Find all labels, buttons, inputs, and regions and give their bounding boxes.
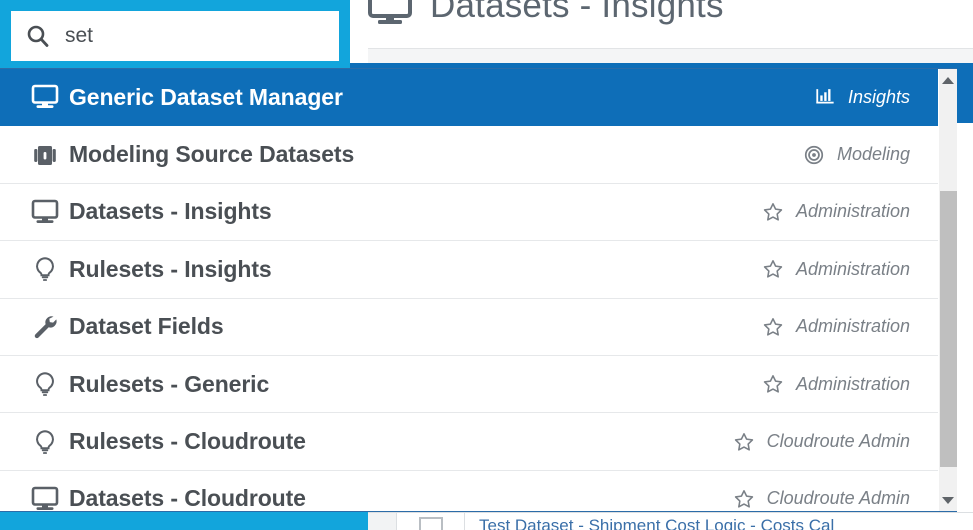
search-result-label: Datasets - Insights [69, 198, 272, 225]
page-title-row: Datasets - Insights [368, 0, 724, 26]
search-box[interactable] [11, 11, 339, 61]
lightbulb-icon [31, 370, 69, 398]
search-result-label: Rulesets - Insights [69, 255, 272, 282]
search-result-category-group: Administration [762, 258, 910, 280]
search-overlay [0, 0, 350, 68]
lightbulb-icon [36, 257, 54, 282]
monitor-icon [31, 83, 69, 111]
monitor-icon [31, 84, 59, 109]
star-icon [763, 317, 783, 336]
briefcase-icon [31, 141, 69, 169]
page-title: Datasets - Insights [430, 0, 724, 25]
search-result-category-group: Administration [762, 201, 910, 223]
star-icon [762, 316, 784, 338]
search-result-category-group: Insights [814, 86, 910, 108]
search-result-category-group: Administration [762, 373, 910, 395]
table-cell-handle [368, 513, 397, 530]
search-result-category: Insights [847, 86, 910, 107]
scroll-down-arrow-icon[interactable] [939, 491, 957, 509]
search-result-row[interactable]: Rulesets - Cloudroute Cloudroute Admin [0, 413, 938, 471]
app-root: Datasets - Insights Test Dataset - Shipm… [0, 0, 973, 530]
search-result-label: Datasets - Cloudroute [69, 485, 306, 511]
search-result-row[interactable]: Rulesets - Insights Administration [0, 241, 938, 299]
star-icon [734, 489, 753, 508]
search-result-label: Dataset Fields [69, 313, 224, 340]
monitor-icon [368, 0, 412, 26]
lightbulb-icon [36, 429, 54, 454]
search-result-category: Cloudroute Admin [766, 431, 910, 452]
lightbulb-icon [36, 372, 54, 397]
header-strip [368, 49, 973, 63]
star-icon [733, 431, 755, 453]
search-result-row[interactable]: Datasets - Insights Administration [0, 183, 938, 242]
search-result-row[interactable]: Modeling Source Datasets Modeling [0, 126, 938, 184]
monitor-icon [31, 199, 59, 223]
search-result-label: Modeling Source Datasets [69, 141, 355, 168]
search-result-row[interactable]: Dataset Fields Administration [0, 298, 938, 356]
table-row-link[interactable]: Test Dataset - Shipment Cost Logic - Cos… [465, 513, 834, 530]
scroll-up-glyph [942, 76, 954, 84]
search-result-category: Administration [795, 316, 910, 337]
scrollbar-thumb[interactable] [940, 191, 957, 467]
search-result-category-group: Modeling [803, 144, 910, 166]
briefcase-icon [34, 145, 56, 165]
lightbulb-icon [31, 255, 69, 283]
search-result-category: Administration [795, 258, 910, 279]
bar-chart-icon [816, 89, 834, 104]
bar-chart-icon [814, 86, 836, 108]
star-icon [763, 260, 783, 279]
search-results-list: Generic Dataset Manager Insights Modeling … [0, 69, 938, 511]
star-icon [762, 201, 784, 223]
row-checkbox[interactable] [418, 517, 443, 530]
search-result-category: Modeling [836, 144, 910, 165]
results-scrollbar[interactable] [938, 69, 957, 511]
search-result-label: Generic Dataset Manager [69, 83, 343, 110]
search-result-category-group: Cloudroute Admin [733, 488, 910, 510]
target-icon [803, 144, 825, 166]
lightbulb-icon [31, 428, 69, 456]
scroll-up-arrow-icon[interactable] [939, 71, 957, 89]
search-result-category-group: Cloudroute Admin [733, 431, 910, 453]
search-result-category: Cloudroute Admin [766, 488, 910, 509]
search-result-label: Rulesets - Cloudroute [69, 428, 306, 455]
search-result-category: Administration [795, 373, 910, 394]
star-icon [733, 488, 755, 510]
search-result-label: Rulesets - Generic [69, 370, 270, 397]
star-icon [763, 375, 783, 393]
target-icon [804, 145, 824, 164]
search-result-category: Administration [795, 201, 910, 222]
monitor-icon [31, 486, 59, 510]
search-input[interactable] [65, 22, 315, 50]
background-rail-bottom [0, 512, 368, 530]
monitor-icon [31, 198, 69, 226]
search-results-dropdown: Generic Dataset Manager Insights Modeling … [0, 68, 957, 512]
monitor-icon [31, 485, 69, 511]
star-icon [762, 373, 784, 395]
search-result-row[interactable]: Rulesets - Generic Administration [0, 355, 938, 414]
wrench-icon [34, 316, 57, 338]
star-icon [762, 258, 784, 280]
background-table-row: Test Dataset - Shipment Cost Logic - Cos… [368, 512, 973, 530]
table-cell-checkbox[interactable] [397, 513, 465, 530]
scroll-down-glyph [942, 496, 954, 504]
search-result-row[interactable]: Datasets - Cloudroute Cloudroute Admin [0, 470, 938, 511]
star-icon [734, 432, 753, 451]
wrench-icon [31, 313, 69, 341]
search-result-row[interactable]: Generic Dataset Manager Insights [0, 69, 938, 127]
star-icon [763, 203, 783, 221]
search-icon [11, 24, 65, 48]
search-result-category-group: Administration [762, 316, 910, 338]
